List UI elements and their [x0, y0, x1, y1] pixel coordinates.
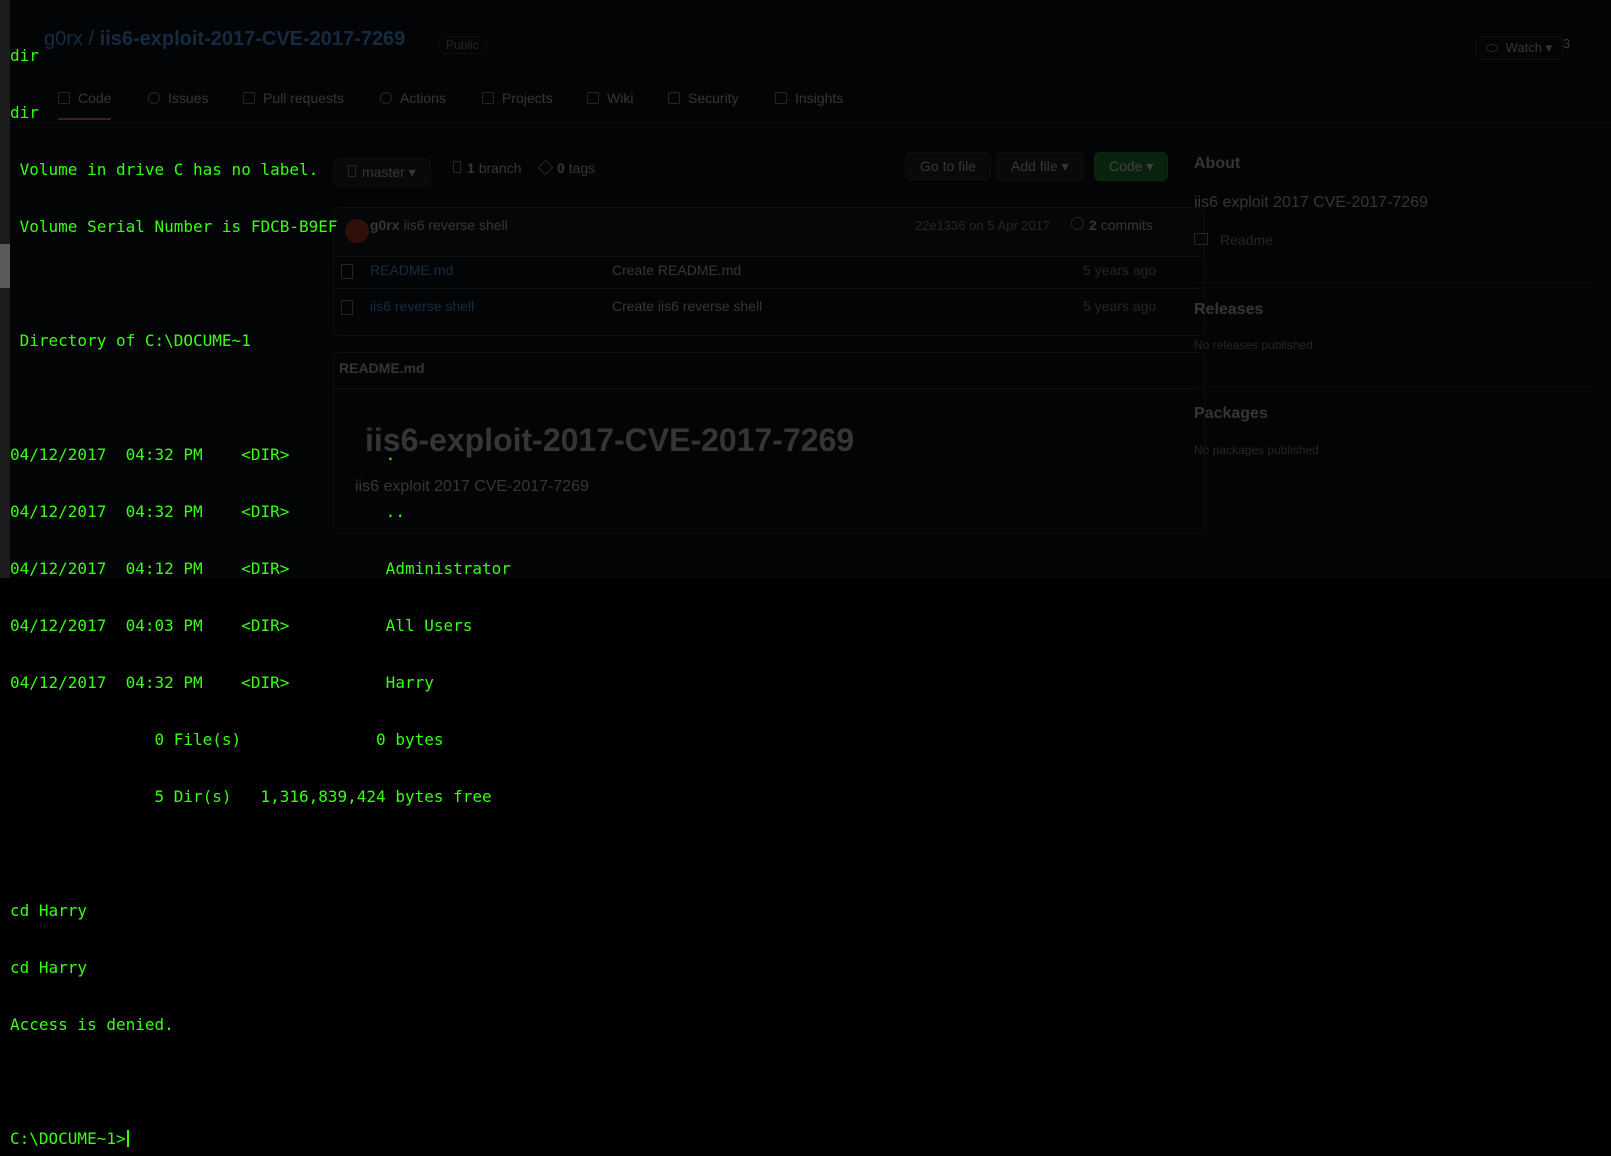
scrollbar-track[interactable] [0, 0, 10, 578]
text-cursor [126, 1130, 129, 1147]
terminal-line: cd Harry [10, 958, 88, 977]
terminal-line: 04/12/2017 04:12 PM <DIR> Administrator [10, 559, 511, 578]
terminal-line: 04/12/2017 04:03 PM <DIR> All Users [10, 616, 473, 635]
terminal-line: Directory of C:\DOCUME~1 [10, 331, 251, 350]
terminal-line: Volume Serial Number is FDCB-B9EF [10, 217, 338, 236]
terminal-output[interactable]: dir dir Volume in drive C has no label. … [10, 8, 1600, 1148]
scrollbar-thumb[interactable] [0, 244, 10, 288]
terminal-line: 04/12/2017 04:32 PM <DIR> .. [10, 502, 405, 521]
terminal-line: dir [10, 103, 39, 122]
terminal-line: Volume in drive C has no label. [10, 160, 319, 179]
terminal-prompt-line[interactable]: C:\DOCUME~1> [10, 1129, 1600, 1148]
terminal-line: 04/12/2017 04:32 PM <DIR> Harry [10, 673, 434, 692]
terminal-line: 04/12/2017 04:32 PM <DIR> . [10, 445, 396, 464]
terminal-prompt: C:\DOCUME~1> [10, 1129, 126, 1148]
terminal-line: dir [10, 46, 39, 65]
terminal-line: 5 Dir(s) 1,316,839,424 bytes free [10, 787, 492, 806]
terminal-line: Access is denied. [10, 1015, 174, 1034]
terminal-line: 0 File(s) 0 bytes [10, 730, 444, 749]
terminal-line: cd Harry [10, 901, 88, 920]
